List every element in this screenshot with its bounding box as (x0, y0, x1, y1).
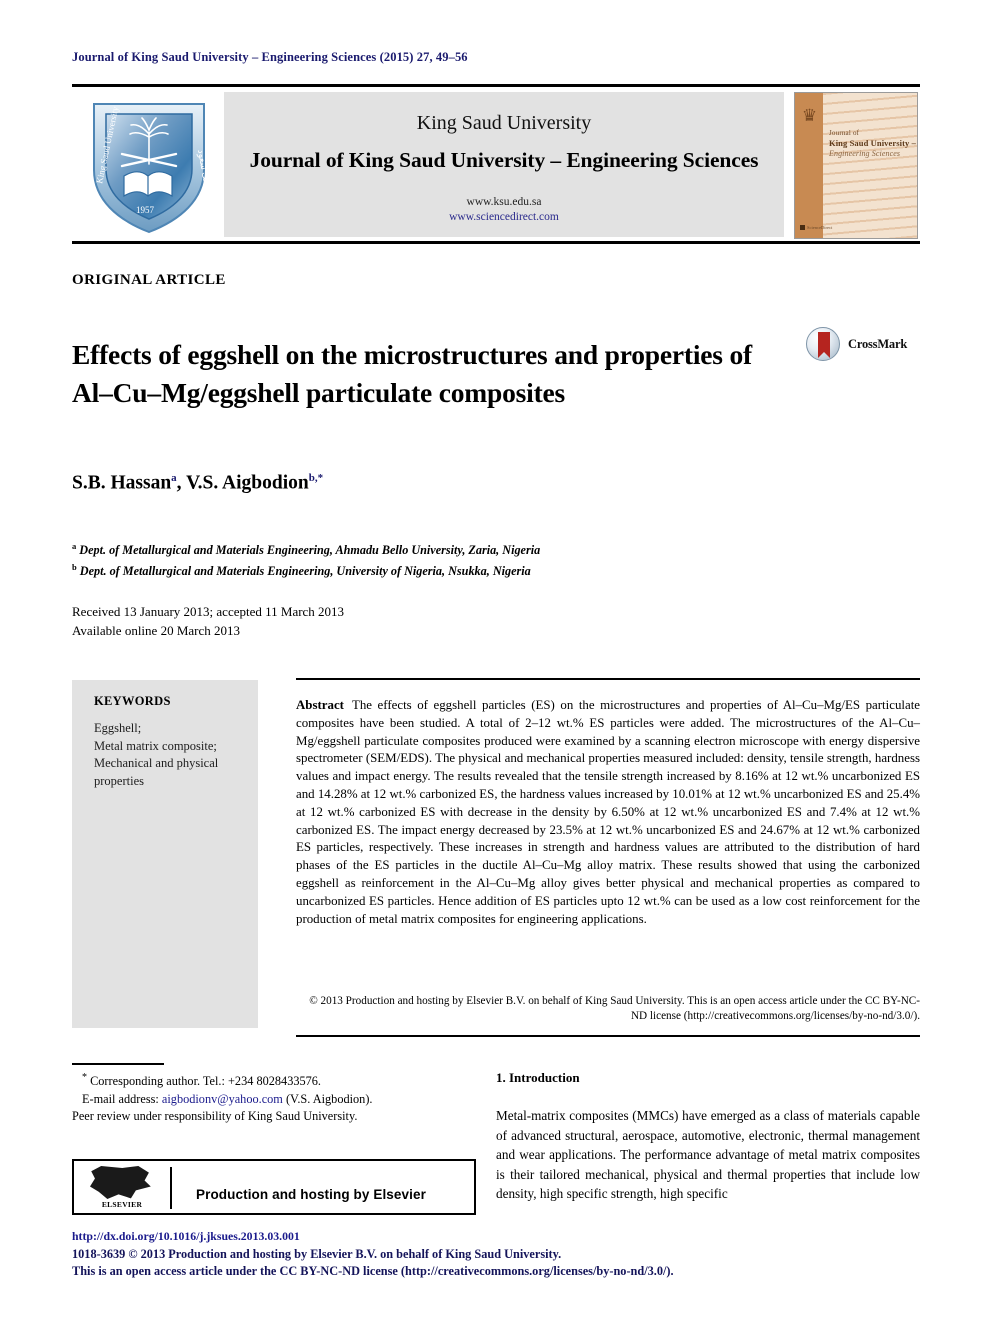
paper-page: Journal of King Saud University – Engine… (0, 0, 992, 1323)
affiliation-a-marker: a (72, 541, 77, 551)
affiliation-b-text: Dept. of Metallurgical and Materials Eng… (79, 564, 531, 579)
masthead-university-name: King Saud University (416, 112, 592, 134)
keywords-heading: KEYWORDS (94, 694, 171, 708)
introduction-heading: 1. Introduction (496, 1070, 580, 1085)
peer-review-note: Peer review under responsibility of King… (72, 1109, 358, 1124)
author-list: S.B. Hassana, V.S. Aigbodionb,* (72, 472, 324, 494)
article-type-label: ORIGINAL ARTICLE (72, 272, 226, 288)
crossmark-label: CrossMark (848, 337, 908, 351)
author-name-2: V.S. Aigbodion (186, 472, 309, 494)
email-suffix: (V.S. Aigbodion). (285, 1091, 373, 1106)
crossmark-badge[interactable]: CrossMark (806, 327, 918, 361)
elsevier-tree-icon (90, 1166, 151, 1199)
keywords-box: KEYWORDS Eggshell; Metal matrix composit… (72, 680, 258, 1028)
masthead-ksu-url[interactable]: www.ksu.edu.sa (224, 196, 784, 208)
abstract-bottom-rule (296, 1035, 920, 1037)
email-link[interactable]: aigbodionv@yahoo.com (162, 1092, 283, 1106)
abstract-label: Abstract (296, 698, 344, 712)
introduction-body: Metal-matrix composites (MMCs) have emer… (496, 1108, 920, 1202)
footer-issn-line: 1018-3639 © 2013 Production and hosting … (72, 1246, 562, 1261)
received-date: Received 13 January 2013; accepted 11 Ma… (72, 604, 345, 619)
keywords-list: Eggshell; Metal matrix composite; Mechan… (94, 721, 219, 788)
footer-block: http://dx.doi.org/10.1016/j.jksues.2013.… (72, 1228, 922, 1281)
available-online-date: Available online 20 March 2013 (72, 623, 240, 638)
svg-text:1957: 1957 (136, 205, 155, 215)
elsevier-hosting-text: Production and hosting by Elsevier (196, 1187, 426, 1202)
elsevier-logo-icon: ELSEVIER (84, 1166, 160, 1210)
abstract-top-rule (296, 678, 920, 680)
king-saud-university-logo-icon: King Saud University جامعة الملك سعود 19… (76, 92, 222, 237)
article-dates: Received 13 January 2013; accepted 11 Ma… (72, 602, 344, 640)
cover-footer: ScienceDirect (800, 225, 832, 230)
cover-line-1: Journal of (829, 129, 860, 137)
masthead-bottom-rule (72, 241, 920, 244)
doi-link[interactable]: http://dx.doi.org/10.1016/j.jksues.2013.… (72, 1228, 922, 1246)
footer-license-line: This is an open access article under the… (72, 1264, 674, 1278)
masthead-top-rule (72, 84, 920, 87)
crossmark-icon (806, 327, 840, 361)
elsevier-box-divider (170, 1167, 172, 1209)
footnote-block: * Corresponding author. Tel.: +234 80284… (72, 1069, 482, 1126)
cover-footer-label: ScienceDirect (807, 225, 833, 230)
corresponding-author-note: * Corresponding author. Tel.: +234 80284… (72, 1069, 482, 1091)
abstract-block: Abstract The effects of eggshell particle… (296, 697, 920, 928)
masthead-journal-title: Journal of King Saud University – Engine… (249, 148, 759, 172)
author-2-affil-marker: b,* (308, 472, 324, 484)
cover-crest-icon: ♛ (801, 106, 818, 125)
elsevier-wordmark: ELSEVIER (101, 1200, 143, 1209)
abstract-copyright: © 2013 Production and hosting by Elsevie… (309, 995, 920, 1022)
email-note: E-mail address: aigbodionv@yahoo.com (V.… (72, 1091, 482, 1109)
masthead-sciencedirect-url[interactable]: www.sciencedirect.com (224, 211, 784, 223)
corresponding-author-marker: * (82, 1072, 87, 1083)
elsevier-hosting-box: ELSEVIER Production and hosting by Elsev… (72, 1159, 476, 1215)
masthead-center-panel: King Saud University Journal of King Sau… (224, 92, 784, 237)
email-label: E-mail address: (82, 1091, 159, 1106)
cover-line-2: King Saud University – (829, 138, 916, 148)
cover-line-3: Engineering Sciences (829, 149, 901, 158)
cover-stripes (823, 93, 917, 238)
running-head: Journal of King Saud University – Engine… (72, 50, 468, 64)
affiliation-b: b Dept. of Metallurgical and Materials E… (72, 559, 540, 580)
author-name-1: S.B. Hassan (72, 472, 172, 494)
page-title: Effects of eggshell on the microstructur… (72, 339, 752, 409)
affiliation-a-text: Dept. of Metallurgical and Materials Eng… (79, 543, 541, 558)
affiliation-a: a Dept. of Metallurgical and Materials E… (72, 538, 540, 559)
journal-masthead: King Saud University جامعة الملك سعود 19… (72, 84, 920, 244)
corresponding-author-text: Corresponding author. Tel.: +234 8028433… (90, 1074, 322, 1089)
author-1-affil-marker: a (171, 472, 177, 484)
affiliation-list: a Dept. of Metallurgical and Materials E… (72, 538, 540, 580)
crossmark-ribbon-icon (818, 332, 830, 358)
journal-cover-thumbnail: ♛ Journal of King Saud University – Engi… (794, 92, 918, 239)
affiliation-b-marker: b (72, 562, 77, 573)
abstract-body: The effects of eggshell particles (ES) o… (296, 698, 920, 926)
footnote-rule (72, 1063, 164, 1065)
